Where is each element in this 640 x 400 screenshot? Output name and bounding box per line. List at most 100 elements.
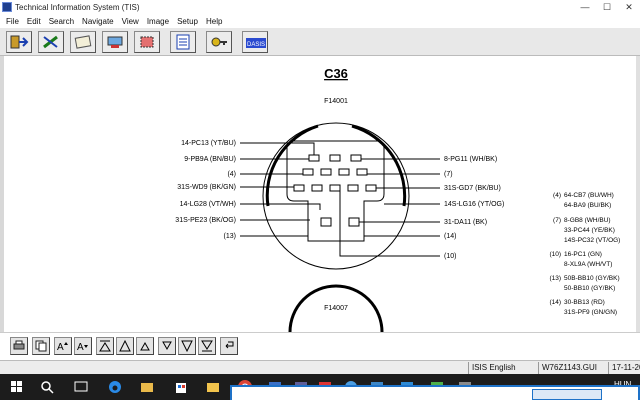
last-page-icon bbox=[201, 340, 213, 352]
zoom-in-icon: A bbox=[57, 342, 68, 352]
dasis-label: DASIS bbox=[247, 42, 265, 48]
tools-button[interactable] bbox=[38, 31, 64, 53]
wire-label: 31S-GD7 (BK/BU) bbox=[444, 185, 501, 192]
close-button[interactable]: ✕ bbox=[618, 0, 640, 14]
copy-icon bbox=[35, 340, 47, 352]
wire-label: (7) bbox=[444, 171, 453, 178]
chip-button[interactable] bbox=[134, 31, 160, 53]
store-icon[interactable] bbox=[172, 378, 190, 396]
zoom-out-button[interactable]: A bbox=[74, 337, 92, 355]
vehicle-button[interactable] bbox=[102, 31, 128, 53]
minimize-button[interactable]: — bbox=[574, 0, 596, 14]
task-view-icon[interactable] bbox=[72, 378, 90, 396]
pin-legend: (4) 64-CB7 (BU/WH) 64-BA9 (BU/BK) (7) 8-… bbox=[549, 192, 620, 316]
folder-icon[interactable] bbox=[204, 378, 222, 396]
page-up-button[interactable] bbox=[116, 337, 134, 355]
chip-icon bbox=[140, 36, 154, 48]
legend-line: 33-PC44 (YE/BK) bbox=[564, 227, 615, 234]
zoom-out-icon: A bbox=[77, 342, 88, 352]
legend-line: 8-GB8 (WH/BU) bbox=[564, 217, 611, 224]
menu-image[interactable]: Image bbox=[143, 17, 173, 26]
document-icon bbox=[74, 35, 92, 49]
last-page-button[interactable] bbox=[198, 337, 216, 355]
wire-label: 31-DA11 (BK) bbox=[444, 219, 487, 226]
print-button[interactable] bbox=[10, 337, 28, 355]
navigation-bar: A A bbox=[0, 332, 640, 360]
window-title: Technical Information System (TIS) bbox=[15, 2, 140, 12]
search-icon[interactable] bbox=[38, 378, 56, 396]
wire-label: (4) bbox=[227, 171, 236, 178]
tis-app-icon bbox=[2, 2, 12, 12]
svg-text:A: A bbox=[77, 342, 84, 352]
menu-edit[interactable]: Edit bbox=[23, 17, 45, 26]
key-icon bbox=[211, 37, 227, 47]
wire-label: 9-PB9A (BN/BU) bbox=[184, 156, 236, 163]
exit-button[interactable] bbox=[6, 31, 32, 53]
wire-label: 14-PC13 (YT/BU) bbox=[181, 140, 236, 147]
legend-line: 64-BA9 (BU/BK) bbox=[564, 202, 611, 209]
vertical-scrollbar[interactable] bbox=[636, 56, 640, 332]
status-file: W76Z1143.GUI bbox=[538, 362, 608, 374]
legend-line: 31S-PF9 (GN/GN) bbox=[564, 309, 617, 316]
maximize-button[interactable]: ☐ bbox=[596, 0, 618, 14]
taskbar-preview-popup bbox=[230, 385, 640, 400]
top-connector-id: F14001 bbox=[324, 98, 348, 105]
dasis-button[interactable]: DASIS bbox=[242, 31, 268, 53]
title-bar: Technical Information System (TIS) — ☐ ✕ bbox=[0, 0, 640, 14]
wire-label: 31S-PE23 (BK/OG) bbox=[175, 217, 236, 224]
previous-button[interactable] bbox=[136, 337, 154, 355]
menu-bar: File Edit Search Navigate View Image Set… bbox=[0, 14, 640, 28]
dasis-icon: DASIS bbox=[246, 38, 266, 48]
legend-pin: (13) bbox=[549, 275, 561, 282]
exit-icon bbox=[10, 35, 29, 49]
back-button[interactable] bbox=[220, 337, 238, 355]
left-wire-labels: 14-PC13 (YT/BU) 9-PB9A (BN/BU) (4) 31S-W… bbox=[175, 140, 236, 240]
legend-line: 8-XL9A (WH/VT) bbox=[564, 261, 612, 268]
popup-button[interactable] bbox=[532, 389, 602, 400]
windows-start-icon[interactable] bbox=[8, 378, 26, 396]
first-page-icon bbox=[99, 340, 111, 352]
connector-drawing bbox=[240, 122, 440, 332]
menu-view[interactable]: View bbox=[118, 17, 143, 26]
legend-pin: (7) bbox=[553, 217, 561, 224]
right-wire-labels: 8-PG11 (WH/BK) (7) 31S-GD7 (BK/BU) 14S-L… bbox=[444, 156, 504, 260]
legend-line: 16-PC1 (GN) bbox=[564, 251, 602, 258]
checklist-button[interactable] bbox=[170, 31, 196, 53]
status-language: ISIS English bbox=[468, 362, 538, 374]
wire-label: (10) bbox=[444, 253, 456, 260]
legend-pin: (14) bbox=[549, 299, 561, 306]
wire-label: 14-LG28 (VT/WH) bbox=[180, 201, 236, 208]
edge-icon[interactable] bbox=[106, 378, 124, 396]
back-icon bbox=[225, 341, 234, 349]
next-button[interactable] bbox=[158, 337, 176, 355]
tools-icon bbox=[43, 35, 58, 49]
menu-help[interactable]: Help bbox=[202, 17, 226, 26]
wiring-diagram: C36 F14001 14-PC13 (YT/BU) 9-PB9A (BN/BU… bbox=[175, 66, 620, 332]
previous-icon bbox=[140, 341, 150, 351]
menu-file[interactable]: File bbox=[2, 17, 23, 26]
legend-line: 14S-PC32 (VT/OG) bbox=[564, 237, 620, 244]
legend-pin: (4) bbox=[553, 192, 561, 199]
wire-label: 8-PG11 (WH/BK) bbox=[444, 156, 497, 163]
svg-text:A: A bbox=[57, 342, 64, 352]
wire-label: (13) bbox=[224, 233, 236, 240]
menu-setup[interactable]: Setup bbox=[173, 17, 202, 26]
checklist-icon bbox=[176, 34, 190, 50]
legend-line: 64-CB7 (BU/WH) bbox=[564, 192, 614, 199]
wire-label: 31S-WD9 (BK/GN) bbox=[177, 184, 236, 191]
document-button[interactable] bbox=[70, 31, 96, 53]
zoom-in-button[interactable]: A bbox=[54, 337, 72, 355]
legend-line: 50B-BB10 (GY/BK) bbox=[564, 275, 620, 282]
copy-button[interactable] bbox=[32, 337, 50, 355]
legend-line: 50-BB10 (GY/BK) bbox=[564, 285, 615, 292]
legend-line: 30-BB13 (RD) bbox=[564, 299, 605, 306]
page-up-icon bbox=[119, 340, 131, 352]
file-explorer-icon[interactable] bbox=[138, 378, 156, 396]
first-page-button[interactable] bbox=[96, 337, 114, 355]
status-date: 17-11-20 bbox=[608, 362, 640, 374]
page-down-button[interactable] bbox=[178, 337, 196, 355]
menu-search[interactable]: Search bbox=[45, 17, 78, 26]
menu-navigate[interactable]: Navigate bbox=[78, 17, 118, 26]
key-button[interactable] bbox=[206, 31, 232, 53]
next-icon bbox=[162, 341, 172, 351]
